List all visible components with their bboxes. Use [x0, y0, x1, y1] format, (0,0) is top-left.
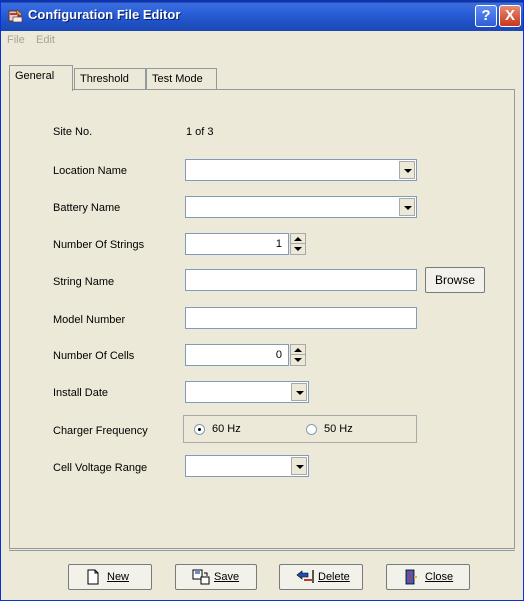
config-editor-window: Configuration File Editor ? X File Edit … — [0, 0, 524, 601]
chevron-down-icon — [404, 206, 412, 210]
radio-50hz[interactable] — [306, 424, 317, 435]
chevron-down-icon — [404, 169, 412, 173]
tab-test-mode[interactable]: Test Mode — [146, 68, 217, 90]
number-of-strings-label: Number Of Strings — [53, 239, 145, 251]
string-name-label: String Name — [53, 276, 115, 288]
number-of-cells-label: Number Of Cells — [53, 350, 135, 362]
number-of-strings-value: 1 — [275, 238, 282, 250]
number-of-strings-spinner[interactable] — [290, 233, 306, 255]
delete-icon — [296, 570, 314, 583]
chevron-down-icon — [296, 391, 304, 395]
action-bar: New Save Delete Close — [9, 550, 515, 600]
new-document-icon — [87, 569, 99, 585]
chevron-down-icon — [296, 465, 304, 469]
app-icon — [8, 9, 23, 23]
install-date-picker[interactable] — [185, 381, 309, 403]
title-bar[interactable]: Configuration File Editor ? X — [1, 1, 523, 31]
cell-voltage-range-combo[interactable] — [185, 455, 309, 477]
delete-button[interactable]: Delete — [279, 564, 363, 590]
tab-threshold-label: Threshold — [80, 73, 129, 85]
menu-file[interactable]: File — [7, 34, 25, 46]
menu-edit[interactable]: Edit — [36, 34, 55, 46]
close-button[interactable]: Close — [386, 564, 470, 590]
tab-general[interactable]: General — [9, 65, 73, 91]
tab-test-mode-label: Test Mode — [152, 73, 203, 85]
install-date-dropdown-button[interactable] — [291, 383, 307, 401]
cell-voltage-dropdown-button[interactable] — [291, 457, 307, 475]
help-button[interactable]: ? — [475, 5, 497, 27]
number-of-cells-input[interactable]: 0 — [185, 344, 289, 366]
site-no-value: 1 of 3 — [186, 126, 214, 138]
save-icon — [192, 569, 210, 585]
spin-up-icon[interactable] — [291, 234, 305, 244]
string-name-input[interactable] — [185, 269, 417, 291]
new-button-label: New — [107, 571, 130, 583]
cell-voltage-range-label: Cell Voltage Range — [53, 462, 148, 474]
tab-threshold[interactable]: Threshold — [74, 68, 146, 90]
menu-bar: File Edit — [1, 31, 523, 49]
site-no-label: Site No. — [53, 126, 93, 138]
battery-name-label: Battery Name — [53, 202, 121, 214]
spin-up-icon[interactable] — [291, 345, 305, 355]
window-title: Configuration File Editor — [28, 7, 181, 22]
charger-frequency-group: 60 Hz 50 Hz — [183, 415, 417, 443]
radio-60hz[interactable] — [194, 424, 205, 435]
close-door-icon — [405, 569, 417, 585]
radio-60hz-label[interactable]: 60 Hz — [212, 423, 241, 435]
delete-button-label: Delete — [318, 571, 350, 583]
spin-down-icon[interactable] — [291, 355, 305, 365]
new-button[interactable]: New — [68, 564, 152, 590]
location-name-combo[interactable] — [185, 159, 417, 181]
close-button-label: Close — [425, 571, 454, 583]
model-number-label: Model Number — [53, 314, 126, 326]
charger-frequency-label: Charger Frequency — [53, 425, 148, 437]
save-button[interactable]: Save — [175, 564, 257, 590]
radio-50hz-label[interactable]: 50 Hz — [324, 423, 353, 435]
browse-button[interactable]: Browse — [425, 267, 485, 293]
battery-name-combo[interactable] — [185, 196, 417, 218]
number-of-cells-value: 0 — [275, 349, 282, 361]
tab-general-label: General — [15, 70, 55, 82]
model-number-input[interactable] — [185, 307, 417, 329]
number-of-strings-input[interactable]: 1 — [185, 233, 289, 255]
install-date-label: Install Date — [53, 387, 109, 399]
number-of-cells-spinner[interactable] — [290, 344, 306, 366]
location-dropdown-button[interactable] — [399, 161, 415, 179]
window-close-button[interactable]: X — [499, 5, 521, 27]
location-name-label: Location Name — [53, 165, 127, 177]
save-button-label: Save — [214, 571, 240, 583]
battery-dropdown-button[interactable] — [399, 198, 415, 216]
spin-down-icon[interactable] — [291, 244, 305, 254]
